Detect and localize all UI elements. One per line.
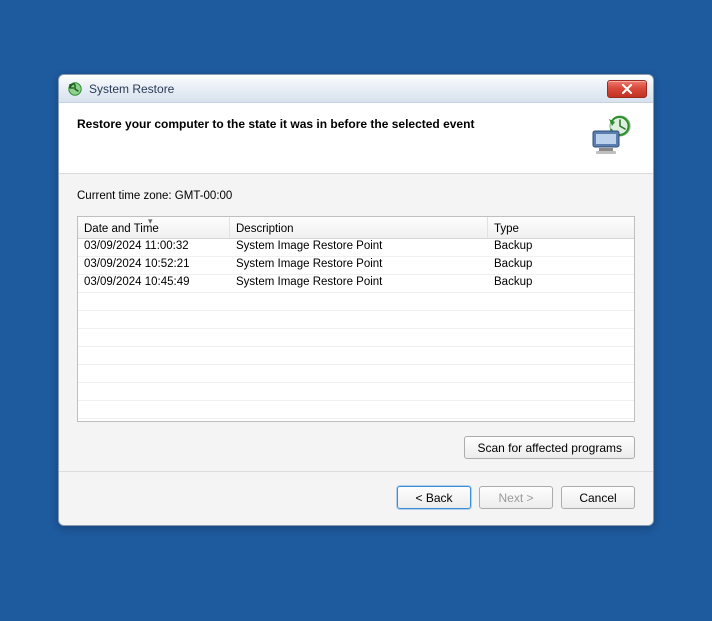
- grid-header: Date and Time ▾ Description Type: [78, 217, 634, 239]
- wizard-body: Current time zone: GMT-00:00 Date and Ti…: [59, 174, 653, 471]
- wizard-footer: < Back Next > Cancel: [59, 471, 653, 525]
- next-button[interactable]: Next >: [479, 486, 553, 509]
- restore-points-grid[interactable]: Date and Time ▾ Description Type 03/09/2…: [77, 216, 635, 422]
- cell-description: System Image Restore Point: [230, 275, 488, 292]
- cell-type: Backup: [488, 239, 634, 256]
- page-heading: Restore your computer to the state it wa…: [77, 115, 575, 131]
- wizard-header: Restore your computer to the state it wa…: [59, 103, 653, 174]
- column-header-datetime[interactable]: Date and Time ▾: [78, 217, 230, 238]
- table-row[interactable]: 03/09/2024 11:00:32 System Image Restore…: [78, 239, 634, 257]
- cell-description: System Image Restore Point: [230, 257, 488, 274]
- table-row[interactable]: 03/09/2024 10:52:21 System Image Restore…: [78, 257, 634, 275]
- cell-description: System Image Restore Point: [230, 239, 488, 256]
- cell-datetime: 03/09/2024 11:00:32: [78, 239, 230, 256]
- restore-hero-icon: [587, 115, 635, 155]
- cell-datetime: 03/09/2024 10:52:21: [78, 257, 230, 274]
- cell-type: Backup: [488, 275, 634, 292]
- column-header-type-label: Type: [494, 223, 519, 235]
- empty-row: [78, 311, 634, 329]
- window-title: System Restore: [89, 82, 607, 96]
- back-button[interactable]: < Back: [397, 486, 471, 509]
- titlebar[interactable]: System Restore: [59, 75, 653, 103]
- scan-row: Scan for affected programs: [77, 436, 635, 459]
- cell-type: Backup: [488, 257, 634, 274]
- system-restore-window: System Restore Restore your computer to …: [58, 74, 654, 526]
- scan-affected-programs-button[interactable]: Scan for affected programs: [464, 436, 635, 459]
- empty-row: [78, 293, 634, 311]
- column-header-description-label: Description: [236, 223, 294, 235]
- empty-row: [78, 347, 634, 365]
- system-restore-icon: [67, 81, 83, 97]
- empty-row: [78, 329, 634, 347]
- empty-row: [78, 401, 634, 419]
- column-header-type[interactable]: Type: [488, 217, 634, 238]
- cell-datetime: 03/09/2024 10:45:49: [78, 275, 230, 292]
- close-icon: [621, 84, 633, 94]
- close-button[interactable]: [607, 80, 647, 98]
- column-header-description[interactable]: Description: [230, 217, 488, 238]
- cancel-button[interactable]: Cancel: [561, 486, 635, 509]
- empty-row: [78, 383, 634, 401]
- grid-rows: 03/09/2024 11:00:32 System Image Restore…: [78, 239, 634, 419]
- timezone-label: Current time zone: GMT-00:00: [77, 190, 635, 202]
- empty-row: [78, 365, 634, 383]
- sort-desc-icon: ▾: [148, 216, 153, 227]
- table-row[interactable]: 03/09/2024 10:45:49 System Image Restore…: [78, 275, 634, 293]
